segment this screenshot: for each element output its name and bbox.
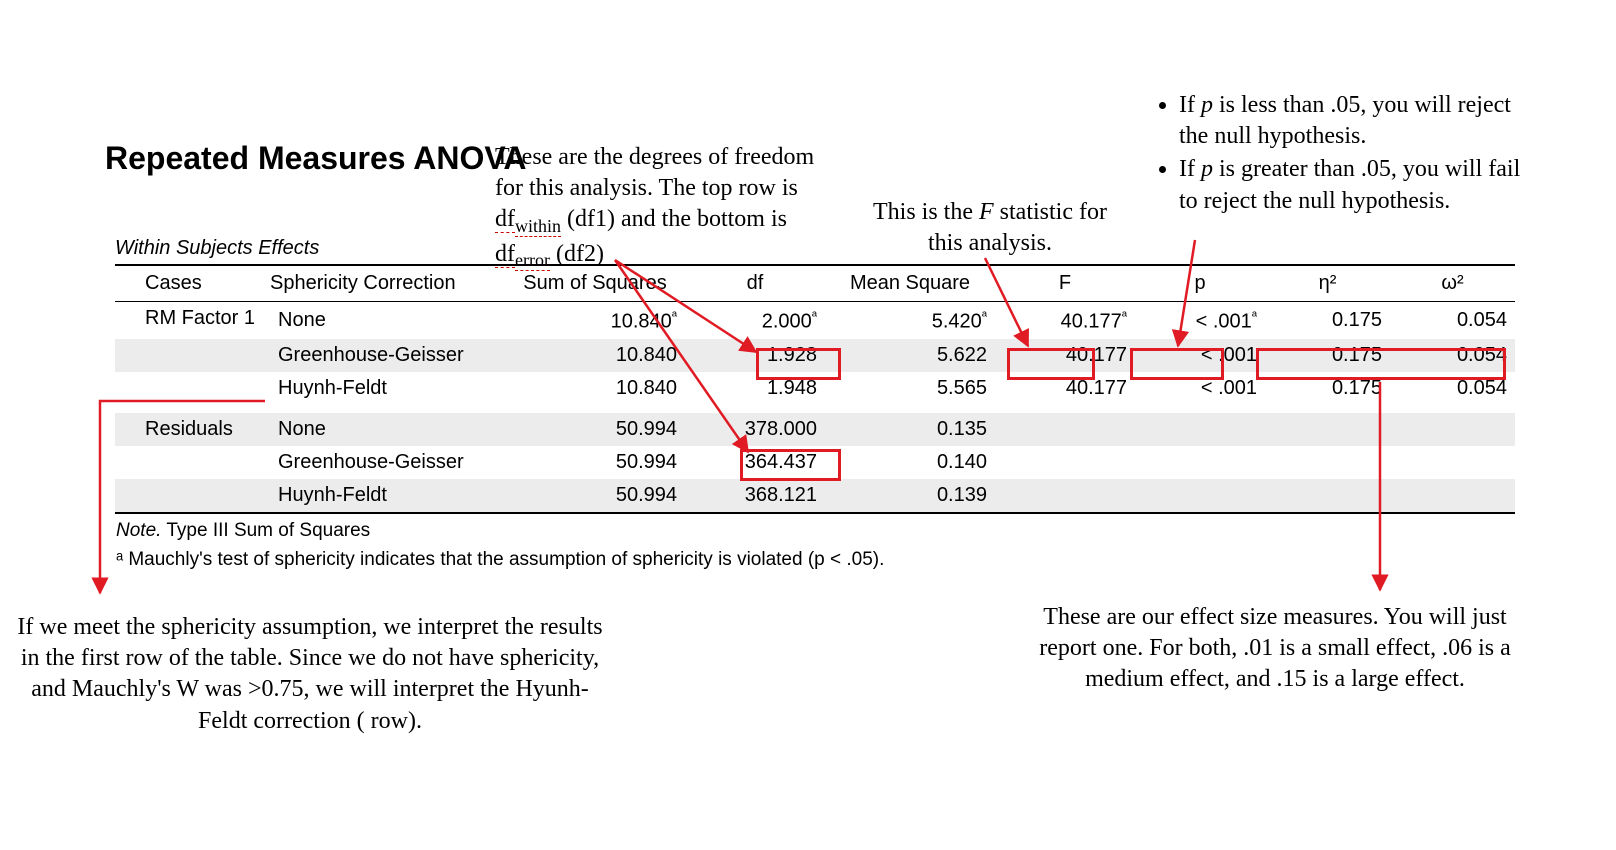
cell-omega: 0.054	[1390, 372, 1515, 405]
cell-ms: 5.565	[825, 372, 995, 405]
cell-ms: 0.139	[825, 479, 995, 513]
col-eta2: η²	[1265, 265, 1390, 302]
cell-df: 378.000	[685, 413, 825, 446]
cell-ss: 50.994	[505, 413, 685, 446]
table-row: Huynh-Feldt 50.994 368.121 0.139	[115, 479, 1515, 513]
cell-omega: 0.054	[1390, 339, 1515, 372]
annotation-p: If p is less than .05, you will reject t…	[1155, 90, 1525, 219]
table-footnote: ᵃ Mauchly's test of sphericity indicates…	[115, 543, 1515, 572]
col-f: F	[995, 265, 1135, 302]
col-correction: Sphericity Correction	[270, 265, 505, 302]
cell-f: 40.177	[995, 372, 1135, 405]
cell-omega: 0.054	[1390, 302, 1515, 339]
annotation-df: These are the degrees of freedom for thi…	[495, 142, 835, 273]
cell-ms: 5.622	[825, 339, 995, 372]
cell-corr: None	[270, 413, 505, 446]
cell-ms: 0.135	[825, 413, 995, 446]
anova-table: Cases Sphericity Correction Sum of Squar…	[115, 264, 1515, 572]
cell-p: < .001ᵃ	[1135, 302, 1265, 339]
table-row: Huynh-Feldt 10.840 1.948 5.565 40.177 < …	[115, 372, 1515, 405]
table-note: Note. Type III Sum of Squares	[115, 513, 1515, 543]
cell-ms: 5.420ᵃ	[825, 302, 995, 339]
cell-corr: None	[270, 302, 505, 339]
annotation-effect: These are our effect size measures. You …	[1035, 602, 1515, 696]
cell-cases: RM Factor 1	[115, 302, 270, 339]
cell-f: 40.177ᵃ	[995, 302, 1135, 339]
col-p: p	[1135, 265, 1265, 302]
cell-df: 368.121	[685, 479, 825, 513]
cell-ss: 50.994	[505, 446, 685, 479]
cell-cases: Residuals	[115, 413, 270, 446]
cell-eta: 0.175	[1265, 339, 1390, 372]
cell-corr: Greenhouse-Geisser	[270, 339, 505, 372]
spacer-row	[115, 405, 1515, 413]
cell-corr: Huynh-Feldt	[270, 479, 505, 513]
annotation-sphericity: If we meet the sphericity assumption, we…	[10, 612, 610, 737]
cell-eta: 0.175	[1265, 372, 1390, 405]
cell-ss: 50.994	[505, 479, 685, 513]
page-title: Repeated Measures ANOVA	[105, 140, 526, 177]
cell-ss: 10.840	[505, 339, 685, 372]
table-row: Greenhouse-Geisser 10.840 1.928 5.622 40…	[115, 339, 1515, 372]
cell-corr: Greenhouse-Geisser	[270, 446, 505, 479]
annotation-f: This is the F statistic for this analysi…	[850, 197, 1130, 259]
table-row: Residuals None 50.994 378.000 0.135	[115, 413, 1515, 446]
cell-p: < .001	[1135, 372, 1265, 405]
cell-p: < .001	[1135, 339, 1265, 372]
table-row: Greenhouse-Geisser 50.994 364.437 0.140	[115, 446, 1515, 479]
cell-df: 1.948	[685, 372, 825, 405]
col-omega2: ω²	[1390, 265, 1515, 302]
cell-corr: Huynh-Feldt	[270, 372, 505, 405]
table-row: RM Factor 1 None 10.840ᵃ 2.000ᵃ 5.420ᵃ 4…	[115, 302, 1515, 339]
table-subtitle: Within Subjects Effects	[115, 237, 319, 260]
cell-df: 2.000ᵃ	[685, 302, 825, 339]
cell-df: 364.437	[685, 446, 825, 479]
cell-ms: 0.140	[825, 446, 995, 479]
cell-df: 1.928	[685, 339, 825, 372]
cell-f: 40.177	[995, 339, 1135, 372]
col-cases: Cases	[115, 265, 270, 302]
cell-ss: 10.840ᵃ	[505, 302, 685, 339]
cell-eta: 0.175	[1265, 302, 1390, 339]
col-ms: Mean Square	[825, 265, 995, 302]
cell-ss: 10.840	[505, 372, 685, 405]
